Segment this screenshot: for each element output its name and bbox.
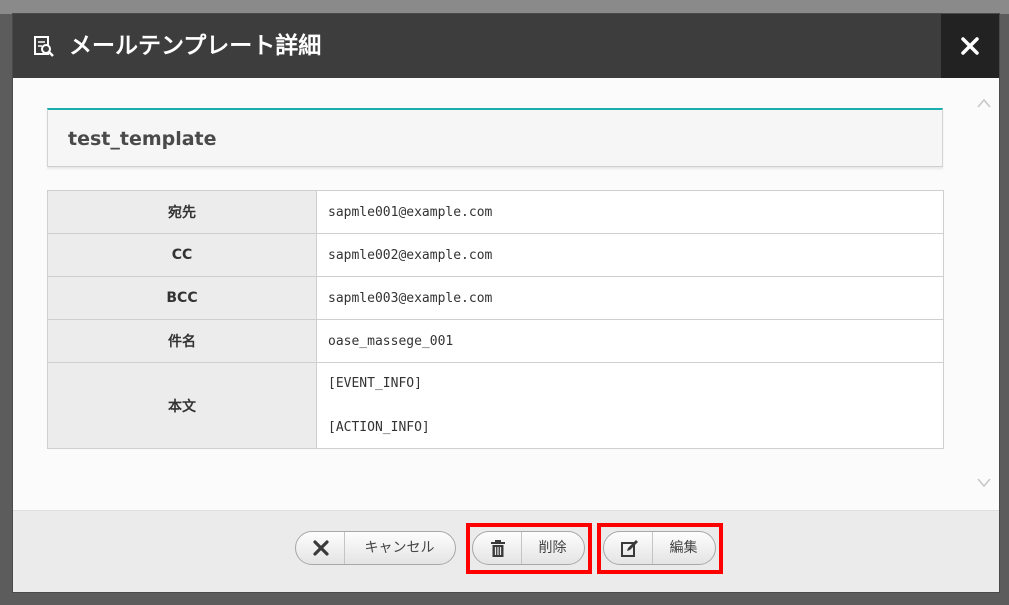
body-blank-line	[328, 395, 943, 417]
table-row: 宛先 sapmle001@example.com	[47, 190, 944, 234]
body-line-event-info: [EVENT_INFO]	[328, 375, 422, 391]
cancel-button[interactable]: キャンセル	[295, 531, 456, 565]
row-value-body: [EVENT_INFO] [ACTION_INFO]	[316, 362, 944, 449]
dialog-body: test_template 宛先 sapmle001@example.com C…	[13, 78, 999, 510]
cancel-button-label: キャンセル	[364, 540, 435, 556]
delete-button-label: 削除	[538, 540, 567, 556]
row-value-bcc: sapmle003@example.com	[316, 276, 944, 320]
table-row: BCC sapmle003@example.com	[47, 276, 944, 320]
close-button[interactable]	[941, 14, 999, 78]
trash-icon	[473, 532, 522, 564]
vertical-scrollbar[interactable]	[973, 92, 995, 497]
close-icon	[961, 37, 979, 55]
body-line-action-info: [ACTION_INFO]	[328, 419, 430, 435]
template-name-panel: test_template	[47, 108, 943, 167]
edit-icon	[604, 532, 653, 564]
dialog-footer: キャンセル 削除 編集	[13, 510, 999, 592]
scroll-down-arrow-icon[interactable]	[977, 478, 991, 488]
row-value-to: sapmle001@example.com	[316, 190, 944, 234]
edit-button-label: 編集	[669, 540, 698, 556]
row-label-body: 本文	[47, 362, 317, 449]
edit-button[interactable]: 編集	[603, 531, 716, 565]
template-detail-table: 宛先 sapmle001@example.com CC sapmle002@ex…	[47, 190, 944, 449]
backdrop-strip	[0, 0, 1009, 14]
dialog-title: メールテンプレート詳細	[69, 33, 322, 59]
table-row: 本文 [EVENT_INFO] [ACTION_INFO]	[47, 362, 944, 449]
template-name: test_template	[68, 128, 217, 150]
scroll-up-arrow-icon[interactable]	[977, 98, 991, 108]
row-label-bcc: BCC	[47, 276, 317, 320]
x-icon	[296, 532, 345, 564]
row-value-cc: sapmle002@example.com	[316, 233, 944, 277]
delete-button[interactable]: 削除	[472, 531, 585, 565]
dialog-header: メールテンプレート詳細	[13, 14, 999, 78]
mail-template-detail-dialog: メールテンプレート詳細 test_template 宛先 sapmle001@e…	[13, 14, 999, 592]
row-label-cc: CC	[47, 233, 317, 277]
row-label-to: 宛先	[47, 190, 317, 234]
row-label-subject: 件名	[47, 319, 317, 363]
row-value-subject: oase_massege_001	[316, 319, 944, 363]
document-search-icon	[33, 36, 55, 58]
table-row: 件名 oase_massege_001	[47, 319, 944, 363]
table-row: CC sapmle002@example.com	[47, 233, 944, 277]
